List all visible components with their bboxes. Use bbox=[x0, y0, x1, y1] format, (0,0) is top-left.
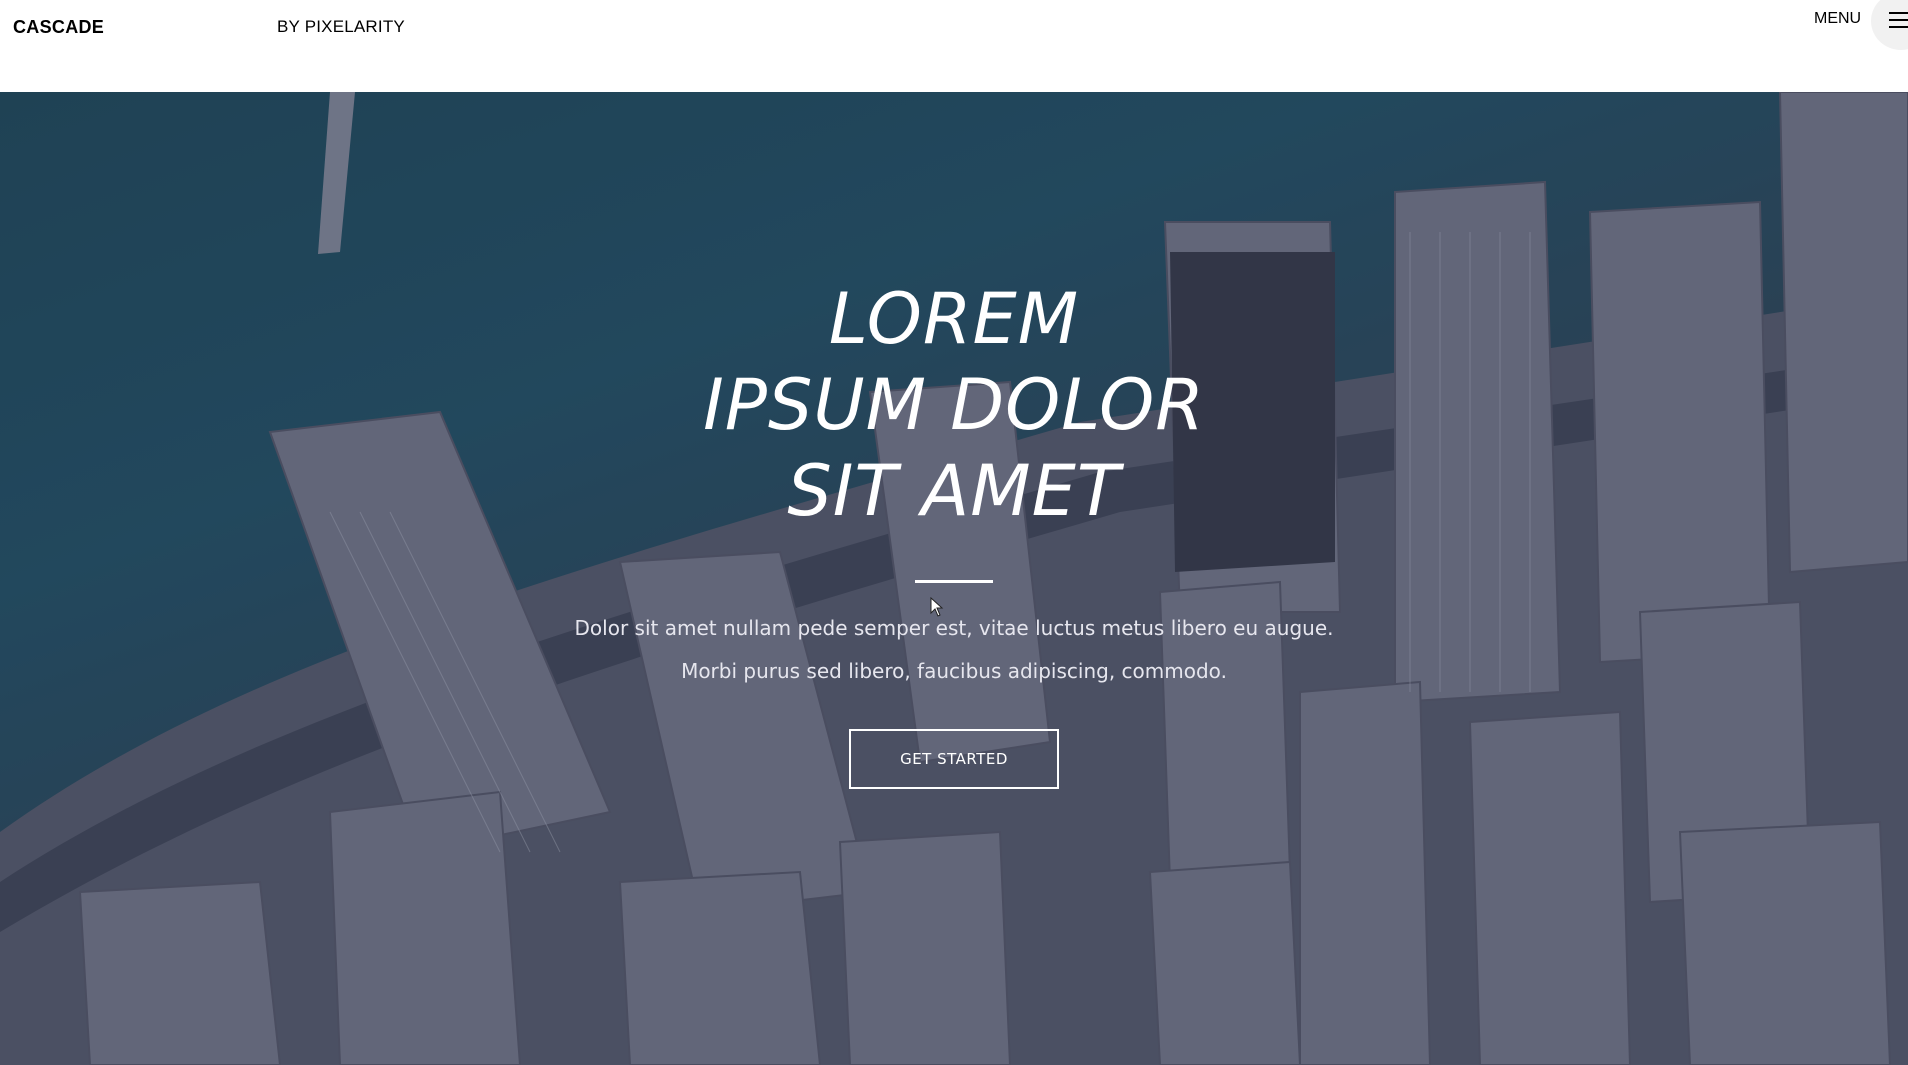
menu-button[interactable] bbox=[1871, 0, 1908, 50]
hamburger-icon bbox=[1889, 12, 1908, 33]
hero-subtitle-line: Dolor sit amet nullam pede semper est, v… bbox=[574, 616, 1334, 640]
brand-byline: BY PIXELARITY bbox=[277, 17, 405, 36]
hero-title-line: LOREM bbox=[828, 278, 1080, 360]
brand-logo[interactable]: CASCADE bbox=[13, 17, 104, 38]
menu-label[interactable]: MENU bbox=[1814, 10, 1861, 28]
title-divider bbox=[915, 580, 993, 583]
get-started-button[interactable]: GET STARTED bbox=[849, 729, 1059, 789]
hero-title-line: IPSUM DOLOR bbox=[703, 364, 1205, 446]
hero-title-line: SIT AMET bbox=[787, 450, 1121, 532]
site-header: CASCADE BY PIXELARITY MENU bbox=[0, 0, 1908, 92]
hero-overlay bbox=[0, 92, 1908, 1065]
mouse-cursor-icon bbox=[930, 597, 944, 617]
hero-section: LOREM IPSUM DOLOR SIT AMET Dolor sit ame… bbox=[0, 92, 1908, 1065]
hero-subtitle-line: Morbi purus sed libero, faucibus adipisc… bbox=[681, 659, 1227, 683]
